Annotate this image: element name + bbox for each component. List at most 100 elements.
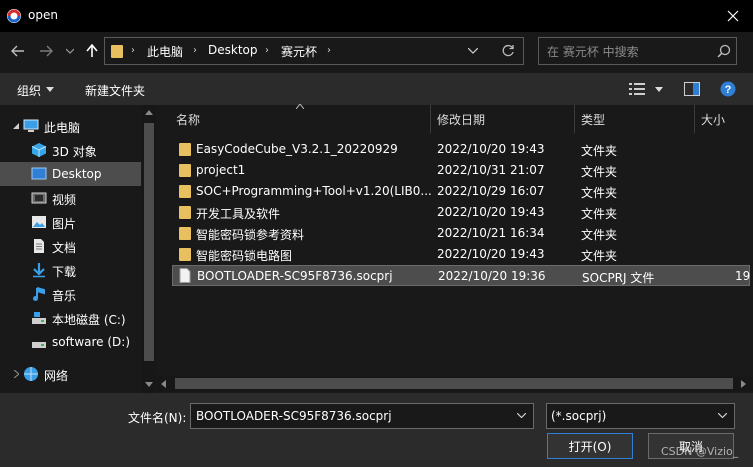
filter-value: (*.socprj) bbox=[551, 409, 607, 423]
back-button[interactable] bbox=[8, 40, 28, 62]
file-type: SOCPRJ 文件 bbox=[582, 271, 655, 285]
documents-icon bbox=[34, 239, 44, 253]
folder-icon bbox=[179, 248, 191, 261]
svg-text:?: ? bbox=[725, 84, 732, 96]
filename-label: 文件名(N): bbox=[128, 411, 187, 425]
nav-label: 此电脑 bbox=[44, 121, 81, 135]
search-icon bbox=[717, 44, 731, 58]
watermark: CSDN @Vizio_ bbox=[661, 445, 739, 458]
breadcrumb-separator: › bbox=[327, 45, 331, 56]
file-type: 文件夹 bbox=[581, 207, 618, 221]
navigation-scrollbar-thumb[interactable] bbox=[144, 123, 154, 361]
breadcrumb-separator: › bbox=[265, 45, 269, 56]
chevron-down-icon[interactable] bbox=[718, 413, 727, 418]
filename-value: BOOTLOADER-SC95F8736.socprj bbox=[196, 409, 392, 423]
arrow-right-icon bbox=[40, 45, 53, 57]
refresh-icon bbox=[502, 44, 514, 57]
nav-item-desktop[interactable]: Desktop bbox=[0, 162, 141, 186]
file-name: 智能密码锁电路图 bbox=[196, 249, 293, 263]
chevron-down-icon[interactable] bbox=[517, 413, 526, 418]
breadcrumb-desktop[interactable]: Desktop bbox=[208, 43, 258, 57]
nav-item-videos[interactable]: 视频 bbox=[0, 186, 141, 210]
nav-item-music[interactable]: 音乐 bbox=[0, 282, 141, 306]
nav-label: 文档 bbox=[52, 241, 77, 255]
help-icon[interactable]: ? bbox=[720, 81, 736, 97]
forward-button[interactable] bbox=[36, 40, 56, 62]
chevron-down-icon bbox=[468, 48, 478, 54]
file-date: 2022/10/20 19:43 bbox=[437, 205, 545, 219]
scroll-up-icon[interactable] bbox=[145, 110, 153, 115]
breadcrumb-separator: › bbox=[131, 45, 135, 56]
scroll-down-icon[interactable] bbox=[145, 382, 153, 387]
nav-item-pictures[interactable]: 图片 bbox=[0, 210, 141, 234]
preview-pane-icon[interactable] bbox=[684, 82, 700, 96]
scroll-left-icon[interactable] bbox=[161, 380, 166, 388]
network-icon bbox=[24, 367, 38, 381]
file-date: 2022/10/20 19:43 bbox=[437, 247, 545, 261]
column-header-name[interactable]: 名称 bbox=[176, 111, 200, 128]
nav-label: 下载 bbox=[52, 265, 77, 279]
file-row[interactable]: 智能密码锁参考资料 2022/10/21 16:34 文件夹 bbox=[172, 223, 750, 244]
breadcrumb-current-folder[interactable]: 赛元杯 bbox=[281, 43, 317, 60]
chevron-down-icon bbox=[66, 48, 74, 54]
drive-icon bbox=[32, 312, 46, 324]
nav-item-downloads[interactable]: 下载 bbox=[0, 258, 141, 282]
file-name: EasyCodeCube_V3.2.1_20220929 bbox=[196, 142, 398, 156]
close-button[interactable] bbox=[712, 0, 753, 32]
folder-icon bbox=[179, 227, 191, 240]
file-date: 2022/10/20 19:43 bbox=[437, 142, 545, 156]
nav-label: 图片 bbox=[52, 217, 77, 231]
nav-label: software (D:) bbox=[52, 335, 130, 349]
column-header-size[interactable]: 大小 bbox=[701, 111, 725, 128]
nav-item-software-d[interactable]: software (D:) bbox=[0, 330, 141, 354]
view-options-icon[interactable] bbox=[629, 82, 645, 96]
column-divider[interactable] bbox=[574, 105, 575, 133]
nav-item-local-disk-c[interactable]: 本地磁盘 (C:) bbox=[0, 306, 141, 330]
file-name: 开发工具及软件 bbox=[196, 207, 281, 221]
scroll-right-icon[interactable] bbox=[741, 380, 746, 388]
column-divider[interactable] bbox=[430, 105, 431, 133]
window-title: open bbox=[28, 8, 58, 22]
column-divider[interactable] bbox=[694, 105, 695, 133]
recent-locations-button[interactable] bbox=[62, 40, 78, 62]
search-placeholder: 在 赛元杯 中搜索 bbox=[547, 45, 639, 59]
caret-down-icon[interactable] bbox=[655, 87, 663, 92]
horizontal-scrollbar-thumb[interactable] bbox=[175, 378, 733, 389]
nav-item-3d-objects[interactable]: 3D 对象 bbox=[0, 138, 141, 162]
breadcrumb-this-pc[interactable]: 此电脑 bbox=[147, 43, 183, 60]
new-folder-button[interactable]: 新建文件夹 bbox=[85, 82, 145, 99]
up-button[interactable] bbox=[83, 40, 101, 62]
3d-objects-icon bbox=[31, 143, 47, 157]
organize-button[interactable]: 组织 bbox=[17, 82, 41, 99]
app-icon bbox=[7, 9, 21, 23]
file-size: 19 bbox=[735, 269, 751, 283]
desktop-icon bbox=[31, 167, 47, 180]
file-row[interactable]: SOC+Programming+Tool+v1.20(LIB0... 2022/… bbox=[172, 181, 750, 202]
file-name: SOC+Programming+Tool+v1.20(LIB0... bbox=[196, 184, 432, 198]
refresh-button[interactable] bbox=[498, 42, 518, 60]
pictures-icon bbox=[32, 216, 46, 228]
nav-label: 视频 bbox=[52, 193, 77, 207]
file-row[interactable]: project1 2022/10/31 21:07 文件夹 bbox=[172, 160, 750, 181]
nav-item-this-pc[interactable]: 此电脑 bbox=[0, 114, 141, 138]
nav-item-documents[interactable]: 文档 bbox=[0, 234, 141, 258]
file-row-selected[interactable]: BOOTLOADER-SC95F8736.socprj 2022/10/20 1… bbox=[172, 265, 750, 286]
file-name: 智能密码锁参考资料 bbox=[196, 228, 305, 242]
nav-label: Desktop bbox=[52, 167, 102, 181]
file-type: 文件夹 bbox=[581, 249, 618, 263]
file-row[interactable]: 开发工具及软件 2022/10/20 19:43 文件夹 bbox=[172, 202, 750, 223]
caret-down-icon bbox=[46, 87, 54, 92]
file-row[interactable]: 智能密码锁电路图 2022/10/20 19:43 文件夹 bbox=[172, 244, 750, 265]
open-button[interactable]: 打开(O) bbox=[547, 433, 633, 459]
file-date: 2022/10/31 21:07 bbox=[437, 163, 545, 177]
column-header-type[interactable]: 类型 bbox=[581, 111, 605, 128]
file-row[interactable]: EasyCodeCube_V3.2.1_20220929 2022/10/20 … bbox=[172, 139, 750, 160]
nav-item-network[interactable]: 网络 bbox=[0, 362, 141, 386]
drive-icon bbox=[32, 342, 46, 348]
nav-label: 音乐 bbox=[52, 289, 77, 303]
column-header-date[interactable]: 修改日期 bbox=[437, 111, 485, 128]
address-history-button[interactable] bbox=[464, 42, 482, 60]
expand-arrow-icon[interactable] bbox=[14, 370, 19, 378]
collapse-arrow-icon[interactable] bbox=[13, 123, 19, 129]
file-icon bbox=[179, 268, 191, 283]
